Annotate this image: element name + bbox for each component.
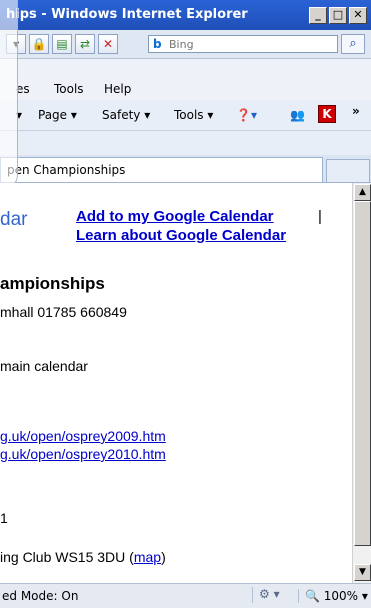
tools-menu-button[interactable]: Tools ▾ xyxy=(174,108,213,122)
vertical-scrollbar[interactable]: ▲ ▼ xyxy=(352,183,371,583)
scroll-thumb[interactable] xyxy=(354,201,371,546)
zoom-level: 100% xyxy=(323,589,359,603)
search-box[interactable]: b xyxy=(148,35,338,53)
page-content: dar Add to my Google Calendar | Learn ab… xyxy=(0,183,352,583)
menu-item-help[interactable]: Help xyxy=(104,82,131,96)
event-venue: ing Club WS15 3DU (map) xyxy=(0,549,166,565)
new-tab-button[interactable] xyxy=(326,159,370,182)
status-bar: ed Mode: On ⚙ ▾ 🔍 100% ▾ xyxy=(0,583,371,608)
tab-current[interactable]: pen Championships xyxy=(0,157,323,182)
search-go-button[interactable]: ⌕ xyxy=(341,34,365,54)
event-link-2010[interactable]: g.uk/open/osprey2010.htm xyxy=(0,446,166,462)
scroll-down-button[interactable]: ▼ xyxy=(354,564,371,581)
lock-icon[interactable]: 🔒 xyxy=(29,34,49,54)
close-button[interactable]: ✕ xyxy=(349,7,367,24)
refresh-icon[interactable]: ⇄ xyxy=(75,34,95,54)
maximize-button[interactable]: □ xyxy=(329,7,347,24)
add-to-google-calendar-link[interactable]: Add to my Google Calendar xyxy=(76,208,274,225)
event-calendar: main calendar xyxy=(0,358,88,374)
event-venue-text: ing Club WS15 3DU ( xyxy=(0,549,134,565)
event-title: ampionships xyxy=(0,274,105,293)
toolbar-spacer xyxy=(0,131,371,155)
bing-logo-icon: b xyxy=(153,37,162,51)
scroll-up-button[interactable]: ▲ xyxy=(354,184,371,201)
zoom-icon: 🔍 xyxy=(305,589,320,603)
messenger-icon[interactable]: 👥 xyxy=(290,108,305,122)
page-menu-button[interactable]: Page ▾ xyxy=(38,108,77,122)
favorites-bar xyxy=(0,59,371,78)
command-bar: ▾ Page ▾ Safety ▾ Tools ▾ ❓▾ 👥 K » xyxy=(0,100,371,131)
overlay-panel-edge xyxy=(0,0,18,189)
learn-google-calendar-link[interactable]: Learn about Google Calendar xyxy=(76,227,286,244)
menu-bar: es Tools Help xyxy=(0,78,371,100)
expand-toolbar-button[interactable]: » xyxy=(352,104,360,118)
search-input[interactable] xyxy=(169,37,329,51)
map-link[interactable]: map xyxy=(134,549,161,565)
event-date: 1 xyxy=(0,510,8,526)
event-venue-close: ) xyxy=(161,549,166,565)
page-heading: dar xyxy=(0,209,28,230)
protected-mode-status: ed Mode: On xyxy=(2,589,79,603)
event-link-2009[interactable]: g.uk/open/osprey2009.htm xyxy=(0,428,166,444)
stop-icon[interactable]: ✕ xyxy=(98,34,118,54)
zoom-control[interactable]: 🔍 100% ▾ xyxy=(298,589,368,603)
kaspersky-icon[interactable]: K xyxy=(318,105,336,123)
address-toolbar: ▾ 🔒 ▤ ⇄ ✕ b ⌕ xyxy=(0,30,371,59)
tab-row: pen Championships xyxy=(0,155,371,183)
link-separator: | xyxy=(318,208,322,225)
safety-menu-button[interactable]: Safety ▾ xyxy=(102,108,150,122)
window-title: hips - Windows Internet Explorer xyxy=(6,7,248,22)
menu-item-tools[interactable]: Tools xyxy=(54,82,84,96)
menu-item-favorites[interactable]: es xyxy=(16,82,30,96)
help-menu-button[interactable]: ❓▾ xyxy=(236,108,257,122)
minimize-button[interactable]: _ xyxy=(309,7,327,24)
event-contact: mhall 01785 660849 xyxy=(0,304,127,320)
security-zone-icon[interactable]: ⚙ ▾ xyxy=(252,587,303,603)
window-title-bar: hips - Windows Internet Explorer _ □ ✕ xyxy=(0,0,371,30)
compatibility-icon[interactable]: ▤ xyxy=(52,34,72,54)
